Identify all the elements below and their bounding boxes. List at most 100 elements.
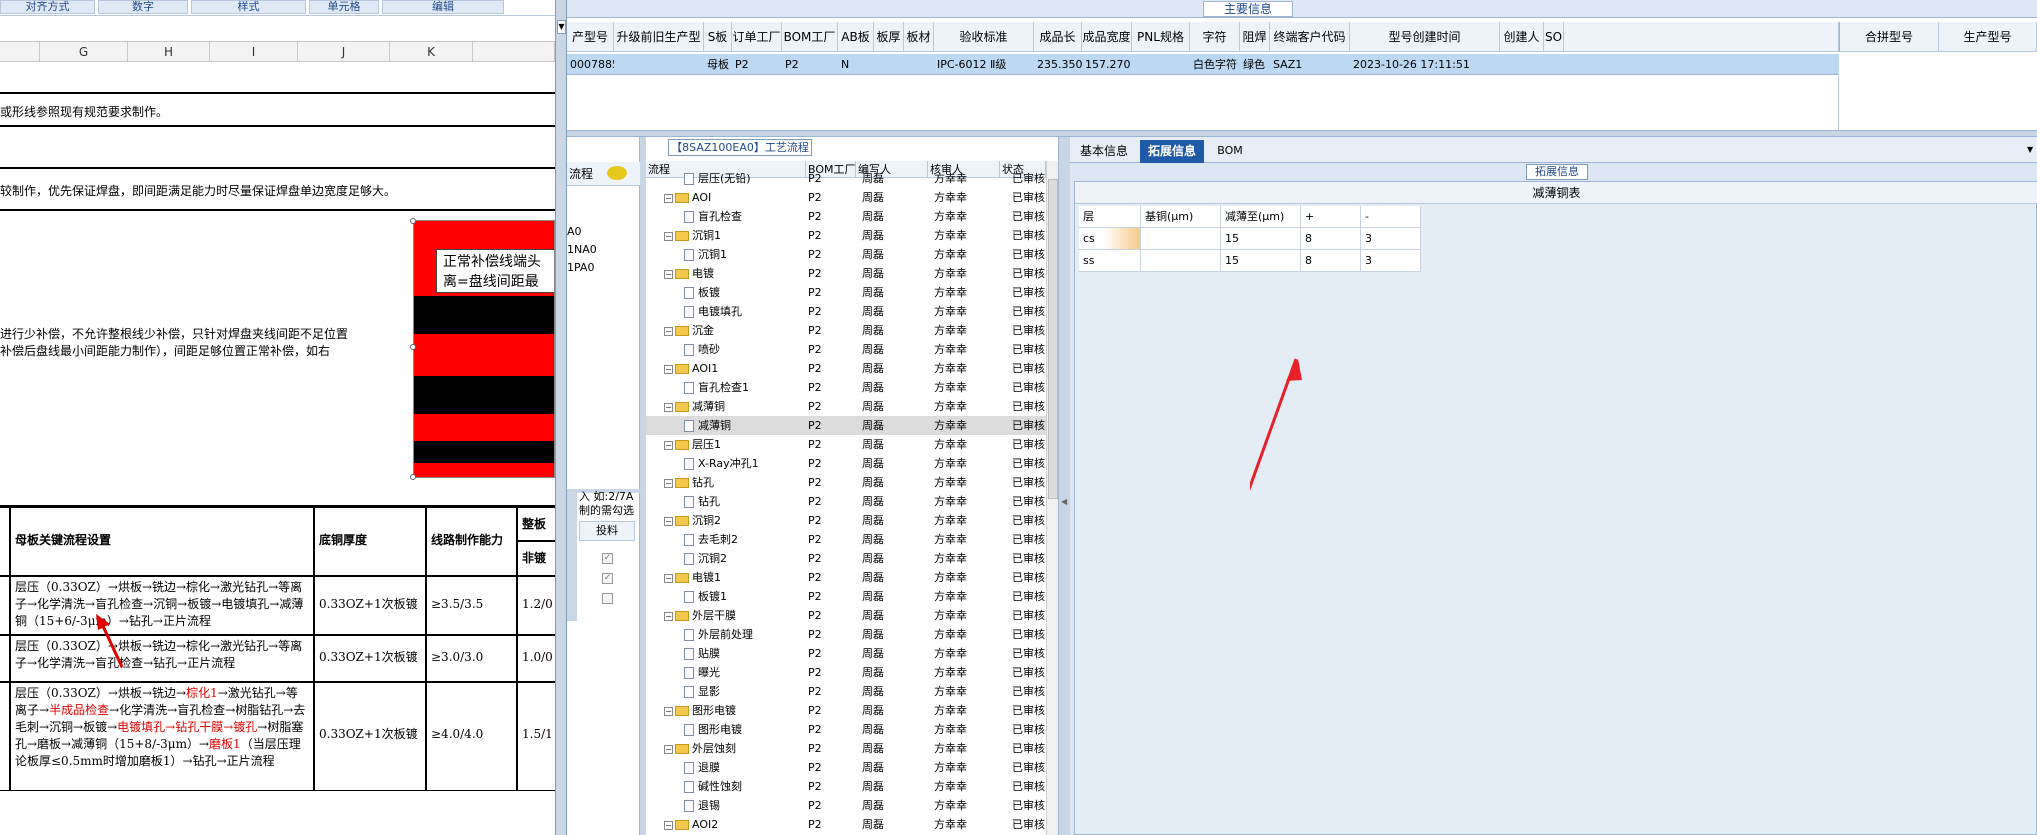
process-scrollbar[interactable] xyxy=(1046,161,1058,835)
collapse-arrow-icon[interactable]: ◀ xyxy=(1061,497,1067,506)
side-col-header[interactable]: 生产型号 xyxy=(1939,22,2037,52)
process-tree-row[interactable]: 层压(无铅) P2 周磊 方幸幸 已审核 xyxy=(646,169,1046,188)
process-step[interactable]: 贴膜 xyxy=(684,644,824,663)
collapse-toggle-icon[interactable]: − xyxy=(664,516,673,526)
column-header-i[interactable]: I xyxy=(210,42,298,62)
main-info-col-header[interactable]: 升级前旧生产型号 xyxy=(614,22,704,74)
main-info-col-header[interactable]: 成品长度 xyxy=(1034,22,1082,74)
row3-copper[interactable]: 0.33OZ+1次板镀 xyxy=(314,682,426,791)
process-step[interactable]: − 电镀 xyxy=(664,264,804,283)
grid-col-header[interactable]: 减薄至(μm) xyxy=(1221,206,1301,228)
side-col-header[interactable]: 合拼型号 xyxy=(1839,22,1939,52)
dropdown-arrow-icon[interactable]: ▼ xyxy=(2027,145,2033,154)
process-tree-row[interactable]: 图形电镀 P2 周磊 方幸幸 已审核 xyxy=(646,720,1046,739)
process-step[interactable]: − 钻孔 xyxy=(664,473,804,492)
process-tree-row[interactable]: − 图形电镀 P2 周磊 方幸幸 已审核 xyxy=(646,701,1046,720)
row3-ability[interactable]: ≥4.0/4.0 xyxy=(426,682,517,791)
left-item-1[interactable]: 1NA0 xyxy=(567,243,597,256)
ribbon-group-number[interactable]: 数字 xyxy=(98,0,188,14)
grid-col-header[interactable]: + xyxy=(1301,206,1361,228)
collapse-toggle-icon[interactable]: − xyxy=(664,269,673,279)
left-item-2[interactable]: 1PA0 xyxy=(567,261,594,274)
row3-col4[interactable]: 1.5/1 xyxy=(517,682,555,791)
checkbox[interactable]: ✓ xyxy=(602,553,613,564)
process-step[interactable]: 板镀1 xyxy=(684,587,824,606)
column-header-j[interactable]: J xyxy=(298,42,390,62)
process-tree-row[interactable]: 退膜 P2 周磊 方幸幸 已审核 xyxy=(646,758,1046,777)
column-header-g[interactable]: G xyxy=(40,42,128,62)
cell-text-line3[interactable]: 进行少补偿，不允许整根线少补偿，只针对焊盘夹线间距不足位置 xyxy=(0,325,348,342)
checkbox[interactable] xyxy=(602,593,613,604)
row2-copper[interactable]: 0.33OZ+1次板镀 xyxy=(314,635,426,682)
window-splitter[interactable]: ▼ xyxy=(555,0,567,835)
process-step[interactable]: 盲孔检查 xyxy=(684,207,824,226)
process-step[interactable]: 板镀 xyxy=(684,283,824,302)
process-tree-row[interactable]: 曝光 P2 周磊 方幸幸 已审核 xyxy=(646,663,1046,682)
process-tree-row[interactable]: − 减薄铜 P2 周磊 方幸幸 已审核 xyxy=(646,397,1046,416)
process-tree-row[interactable]: 外层前处理 P2 周磊 方幸幸 已审核 xyxy=(646,625,1046,644)
main-info-col-header[interactable]: 字符 xyxy=(1190,22,1240,52)
checkbox[interactable]: ✓ xyxy=(602,573,613,584)
left-col-header[interactable]: 投料 xyxy=(579,521,635,541)
ribbon-group-editing[interactable]: 编辑 xyxy=(382,0,504,14)
process-step[interactable]: 层压(无铅) xyxy=(684,169,824,188)
process-tree-row[interactable]: 退锡 P2 周磊 方幸幸 已审核 xyxy=(646,796,1046,815)
process-step[interactable]: 沉铜2 xyxy=(684,549,824,568)
collapse-toggle-icon[interactable]: − xyxy=(664,402,673,412)
main-info-col-header[interactable]: 成品宽度 xyxy=(1082,22,1132,52)
process-tree-row[interactable]: − 沉铜1 P2 周磊 方幸幸 已审核 xyxy=(646,226,1046,245)
grid-col-header[interactable]: 层 xyxy=(1079,206,1141,228)
process-step[interactable]: 曝光 xyxy=(684,663,824,682)
collapse-toggle-icon[interactable]: − xyxy=(664,744,673,754)
process-tree-row[interactable]: − 电镀 P2 周磊 方幸幸 已审核 xyxy=(646,264,1046,283)
process-tree-row[interactable]: − 外层蚀刻 P2 周磊 方幸幸 已审核 xyxy=(646,739,1046,758)
row1-ability[interactable]: ≥3.5/3.5 xyxy=(426,576,517,635)
process-tree-row[interactable]: − 电镀1 P2 周磊 方幸幸 已审核 xyxy=(646,568,1046,587)
tab-basic-info[interactable]: 基本信息 xyxy=(1074,141,1134,161)
process-step[interactable]: 盲孔检查1 xyxy=(684,378,824,397)
process-tree-row[interactable]: 喷砂 P2 周磊 方幸幸 已审核 xyxy=(646,340,1046,359)
main-info-col-header[interactable]: S板 xyxy=(704,22,732,52)
ribbon-group-cells[interactable]: 单元格 xyxy=(309,0,379,14)
panel-splitter[interactable] xyxy=(567,130,2037,137)
process-tree-row[interactable]: 盲孔检查 P2 周磊 方幸幸 已审核 xyxy=(646,207,1046,226)
table-header-non-plated[interactable]: 非镀 xyxy=(517,541,555,576)
row1-col4[interactable]: 1.2/0 xyxy=(517,576,555,635)
process-tree-row[interactable]: − 外层干膜 P2 周磊 方幸幸 已审核 xyxy=(646,606,1046,625)
main-info-selected-row[interactable]: 00078855 母板 P2 P2 N IPC-6012 Ⅱ级 235.350157.270… xyxy=(567,54,1839,75)
cell-text-line1[interactable]: 或形线参照现有规范要求制作。 xyxy=(0,103,168,120)
tab-extended-info[interactable]: 拓展信息 xyxy=(1140,140,1204,163)
main-info-col-header[interactable]: SO xyxy=(1544,22,1564,52)
column-header[interactable] xyxy=(473,42,555,62)
grid-col-header[interactable]: - xyxy=(1361,206,1421,228)
grid-cell[interactable]: 3 xyxy=(1361,228,1421,250)
panel-splitter-v2[interactable]: ◀ xyxy=(1059,137,1070,835)
main-info-col-header[interactable]: 产型号 xyxy=(567,22,614,52)
process-step[interactable]: − 沉铜2 xyxy=(664,511,804,530)
grid-col-header[interactable]: 基铜(μm) xyxy=(1141,206,1221,228)
process-tree-row[interactable]: 显影 P2 周磊 方幸幸 已审核 xyxy=(646,682,1046,701)
process-step[interactable]: − 沉金 xyxy=(664,321,804,340)
main-info-col-header[interactable]: 终端客户代码 xyxy=(1270,22,1350,52)
process-tree-row[interactable]: 去毛刺2 P2 周磊 方幸幸 已审核 xyxy=(646,530,1046,549)
process-step[interactable]: − 外层干膜 xyxy=(664,606,804,625)
main-info-col-header[interactable]: 型号创建时间 xyxy=(1350,22,1500,52)
collapse-toggle-icon[interactable]: − xyxy=(664,440,673,450)
process-step[interactable]: − AOI xyxy=(664,188,804,207)
grid-cell[interactable]: 3 xyxy=(1361,250,1421,272)
process-step[interactable]: 沉铜1 xyxy=(684,245,824,264)
column-header[interactable] xyxy=(0,42,40,62)
process-tree-row[interactable]: − AOI2 P2 周磊 方幸幸 已审核 xyxy=(646,815,1046,834)
collapse-toggle-icon[interactable]: − xyxy=(664,364,673,374)
row1-copper[interactable]: 0.33OZ+1次板镀 xyxy=(314,576,426,635)
cell-text-line2[interactable]: 较制作，优先保证焊盘，即间距满足能力时尽量保证焊盘单边宽度足够大。 xyxy=(0,182,396,199)
process-tree-row[interactable]: 板镀 P2 周磊 方幸幸 已审核 xyxy=(646,283,1046,302)
ribbon-group-styles[interactable]: 样式 xyxy=(191,0,306,14)
process-tree-row[interactable]: 钻孔 P2 周磊 方幸幸 已审核 xyxy=(646,492,1046,511)
grid-cell[interactable]: 15 xyxy=(1221,228,1301,250)
process-step[interactable]: − 外层蚀刻 xyxy=(664,739,804,758)
process-step[interactable]: 减薄铜 xyxy=(684,416,824,435)
grid-cell[interactable]: 8 xyxy=(1301,250,1361,272)
left-item-0[interactable]: A0 xyxy=(567,225,582,238)
main-info-col-header[interactable]: 验收标准 xyxy=(934,22,1034,52)
